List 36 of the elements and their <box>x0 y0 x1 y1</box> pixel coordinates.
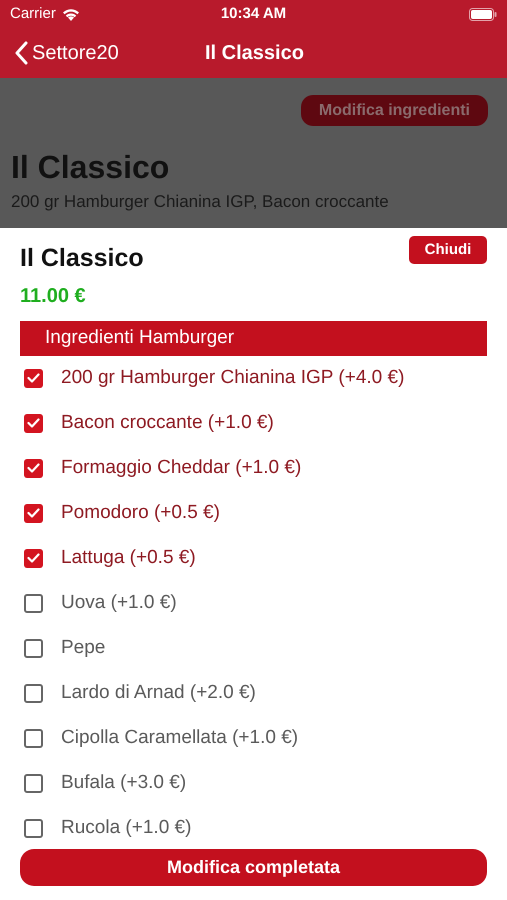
checked-checkbox[interactable] <box>24 548 43 568</box>
product-description: 200 gr Hamburger Chianina IGP, Bacon croccante <box>11 192 390 212</box>
nav-title: Il Classico <box>205 41 304 66</box>
clock: 10:34 AM <box>220 4 286 24</box>
chevron-left-icon <box>14 41 28 65</box>
wifi-icon <box>62 8 80 20</box>
ingredient-option[interactable]: Lattuga (+0.5 €) <box>20 536 487 580</box>
checkbox[interactable] <box>24 818 43 838</box>
battery-icon <box>469 8 497 20</box>
back-button[interactable]: Settore20 <box>14 38 119 68</box>
checked-checkbox[interactable] <box>24 414 43 432</box>
ingredient-option[interactable]: Bacon croccante (+1.0 €) <box>20 400 487 446</box>
checkbox[interactable] <box>24 638 43 658</box>
confirm-button[interactable]: Modifica completata <box>20 848 487 886</box>
ingredient-option[interactable]: Pomodoro (+0.5 €) <box>20 490 487 536</box>
sheet-title: Il Classico <box>20 243 144 274</box>
product-title: Il Classico <box>11 148 170 186</box>
close-button[interactable]: Chiudi <box>409 236 487 264</box>
ingredient-option[interactable]: Cipolla Caramellata (+1.0 €) <box>20 716 487 760</box>
ingredient-option[interactable]: Bufala (+3.0 €) <box>20 760 487 806</box>
ingredient-option[interactable]: Lardo di Arnad (+2.0 €) <box>20 670 487 716</box>
price: 11.00 € <box>20 284 87 308</box>
section-header: Ingredienti Hamburger <box>20 320 487 356</box>
checked-checkbox[interactable] <box>24 504 43 522</box>
ingredient-option[interactable]: Formaggio Cheddar (+1.0 €) <box>20 446 487 490</box>
carrier-label: Carrier <box>10 4 56 24</box>
ingredient-option[interactable]: Pepe <box>20 626 487 670</box>
ingredient-option[interactable]: Uova (+1.0 €) <box>20 580 487 626</box>
ingredient-option[interactable]: Rucola (+1.0 €) <box>20 806 487 842</box>
checkbox[interactable] <box>24 728 43 748</box>
checkbox[interactable] <box>24 774 43 792</box>
ingredient-option[interactable]: 200 gr Hamburger Chianina IGP (+4.0 €) <box>20 356 487 400</box>
checked-checkbox[interactable] <box>24 368 43 388</box>
checked-checkbox[interactable] <box>24 458 43 478</box>
checkbox[interactable] <box>24 594 43 612</box>
checkbox[interactable] <box>24 684 43 702</box>
